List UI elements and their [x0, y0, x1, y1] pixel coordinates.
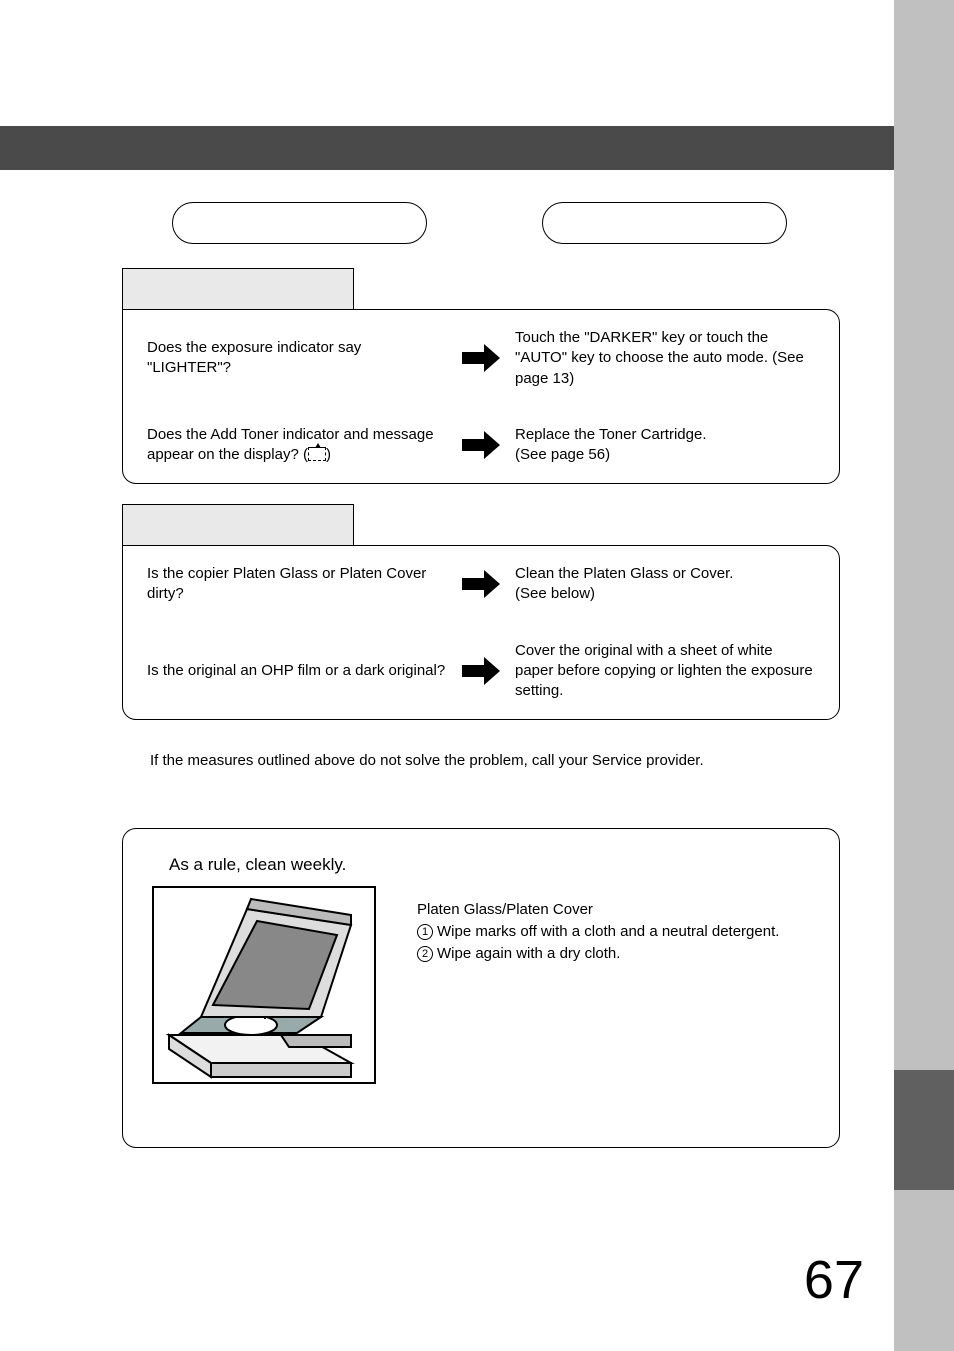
question-text: Does the Add Toner indicator and message…: [147, 425, 447, 466]
group2-body: Is the copier Platen Glass or Platen Cov…: [122, 545, 840, 720]
step-text: Wipe marks off with a cloth and a neutra…: [437, 923, 779, 940]
answer-text: Replace the Toner Cartridge. (See page 5…: [515, 425, 815, 466]
page: Does the exposure indicator say "LIGHTER…: [0, 0, 954, 1351]
arrow-icon: [461, 431, 501, 459]
step-number-icon: 1: [417, 924, 433, 940]
answer-text: Clean the Platen Glass or Cover. (See be…: [515, 564, 815, 605]
copier-illustration: [151, 885, 377, 1085]
question-post: ): [326, 446, 331, 463]
footnote: If the measures outlined above do not so…: [150, 752, 704, 769]
question-text: Does the exposure indicator say "LIGHTER…: [147, 338, 447, 379]
qa-row: Does the Add Toner indicator and message…: [123, 407, 839, 484]
answer-text: Touch the "DARKER" key or touch the "AUT…: [515, 328, 815, 389]
arrow-icon: [461, 344, 501, 372]
group1-header: [122, 268, 354, 310]
question-pre: Does the Add Toner indicator and message…: [147, 426, 434, 463]
cleaning-content: Platen Glass/Platen Cover 1Wipe marks of…: [151, 885, 811, 1085]
question-text: Is the original an OHP film or a dark or…: [147, 661, 447, 681]
step-text: Wipe again with a dry cloth.: [437, 945, 620, 962]
cleaning-step: 1Wipe marks off with a cloth and a neutr…: [417, 921, 779, 943]
question-text: Is the copier Platen Glass or Platen Cov…: [147, 564, 447, 605]
troubleshoot-group-2: Is the copier Platen Glass or Platen Cov…: [122, 504, 840, 720]
cleaning-instructions: Platen Glass/Platen Cover 1Wipe marks of…: [417, 899, 779, 964]
toner-icon: [308, 447, 326, 461]
action-capsule: [542, 202, 787, 244]
cleaning-subtitle: Platen Glass/Platen Cover: [417, 899, 779, 921]
header-bar: [0, 126, 894, 170]
qa-row: Is the original an OHP film or a dark or…: [123, 623, 839, 720]
group1-body: Does the exposure indicator say "LIGHTER…: [122, 309, 840, 484]
arrow-icon: [461, 570, 501, 598]
right-tab-marker: [894, 1070, 954, 1190]
category-capsule: [172, 202, 427, 244]
troubleshoot-group-1: Does the exposure indicator say "LIGHTER…: [122, 268, 840, 484]
cleaning-step: 2Wipe again with a dry cloth.: [417, 943, 779, 965]
page-number: 67: [804, 1249, 864, 1311]
step-number-icon: 2: [417, 946, 433, 962]
cleaning-rule: As a rule, clean weekly.: [169, 855, 811, 875]
arrow-icon: [461, 657, 501, 685]
qa-row: Does the exposure indicator say "LIGHTER…: [123, 310, 839, 407]
answer-text: Cover the original with a sheet of white…: [515, 641, 815, 702]
qa-row: Is the copier Platen Glass or Platen Cov…: [123, 546, 839, 623]
group2-header: [122, 504, 354, 546]
cleaning-box: As a rule, clean weekly.: [122, 828, 840, 1148]
